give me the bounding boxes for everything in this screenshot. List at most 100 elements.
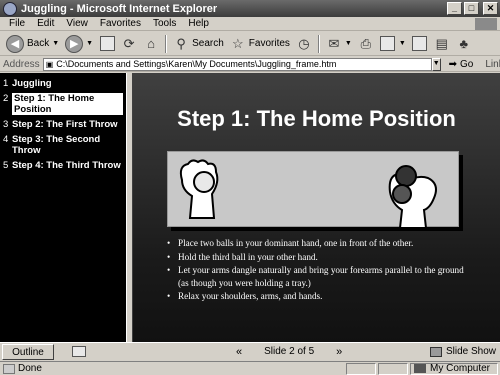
back-label: Back: [27, 38, 50, 49]
search-label: Search: [192, 38, 224, 49]
stop-button[interactable]: [96, 33, 118, 55]
slide-show-button[interactable]: Slide Show: [429, 346, 496, 357]
outline-number: 1: [3, 78, 9, 89]
computer-icon: [414, 364, 426, 373]
search-icon: ⚲: [176, 35, 186, 51]
window-title: Juggling - Microsoft Internet Explorer: [21, 2, 218, 15]
home-button[interactable]: ⌂: [140, 33, 162, 55]
outline-label: Step 2: The First Throw: [12, 119, 118, 130]
browser-window: Juggling - Microsoft Internet Explorer _…: [0, 0, 500, 375]
outline-label: Step 3: The Second Throw: [12, 134, 101, 156]
page-icon: ▣: [45, 59, 54, 69]
back-arrow-icon: ◀: [6, 34, 24, 53]
presentation-control-bar: Outline « Slide 2 of 5 » Slide Show: [0, 342, 500, 360]
maximize-button[interactable]: □: [464, 2, 479, 15]
chevron-down-icon: ▼: [86, 40, 94, 47]
status-cell: [346, 362, 376, 375]
right-hand-icon: [388, 165, 437, 228]
frame-splitter[interactable]: [126, 73, 133, 342]
menu-edit[interactable]: Edit: [31, 18, 60, 29]
chevron-down-icon: ▼: [52, 40, 60, 47]
print-button[interactable]: ⎙: [355, 33, 377, 55]
discuss-icon: [412, 36, 428, 52]
outline-item-3[interactable]: 3 Step 2: The First Throw: [0, 118, 126, 131]
minimize-button[interactable]: _: [447, 2, 462, 15]
forward-arrow-icon: ▶: [65, 34, 84, 53]
discuss-button[interactable]: [409, 33, 431, 55]
left-hand-icon: [179, 159, 219, 219]
refresh-button[interactable]: ⟳: [118, 33, 140, 55]
menu-help[interactable]: Help: [182, 18, 215, 29]
edit-page-icon: [380, 36, 396, 52]
favorites-button[interactable]: ☆ Favorites: [227, 33, 293, 55]
toolbar-separator: [317, 34, 320, 53]
forward-button[interactable]: ▶ ▼: [62, 33, 96, 55]
previous-slide-button[interactable]: «: [236, 346, 242, 358]
menu-tools[interactable]: Tools: [147, 18, 182, 29]
outline-number: 3: [3, 119, 9, 130]
bullet-item: Place two balls in your dominant hand, o…: [167, 237, 467, 250]
back-button[interactable]: ◀ Back ▼: [3, 33, 62, 55]
outline-item-5[interactable]: 5 Step 4: The Third Throw: [0, 159, 126, 172]
address-input[interactable]: ▣ C:\Documents and Settings\Karen\My Doc…: [42, 57, 432, 71]
menu-file[interactable]: File: [3, 18, 31, 29]
bullet-item: Let your arms dangle naturally and bring…: [167, 264, 467, 289]
slide-show-icon: [429, 346, 442, 357]
stop-icon: [99, 36, 115, 52]
outline-item-1[interactable]: 1 Juggling: [0, 77, 126, 90]
zone-label: My Computer: [430, 363, 491, 374]
menu-favorites[interactable]: Favorites: [94, 18, 147, 29]
title-bar: Juggling - Microsoft Internet Explorer _…: [0, 0, 500, 17]
outline-number: 5: [3, 160, 9, 171]
next-slide-button[interactable]: »: [336, 346, 342, 358]
slide-counter: Slide 2 of 5: [264, 346, 315, 357]
outline-label: Juggling: [12, 78, 52, 89]
research-icon: ▤: [435, 35, 448, 51]
research-button[interactable]: ▤: [431, 33, 453, 55]
page-done-icon: [3, 363, 15, 374]
toolbar: ◀ Back ▼ ▶ ▼ ⟳ ⌂ ⚲ Search ☆ Favorites ◷: [0, 32, 500, 56]
status-text: Done: [18, 363, 42, 374]
go-button[interactable]: ➡ Go: [449, 59, 474, 70]
menu-view[interactable]: View: [60, 18, 94, 29]
slide-bullets: Place two balls in your dominant hand, o…: [167, 237, 467, 304]
messenger-button[interactable]: ♣: [453, 33, 475, 55]
search-button[interactable]: ⚲ Search: [170, 33, 227, 55]
outline-pane: 1 Juggling 2 Step 1: The Home Position 3…: [0, 73, 126, 342]
outline-number: 4: [3, 134, 9, 145]
juggling-hands-image: [167, 151, 459, 228]
history-icon: ◷: [298, 35, 310, 51]
outline-toggle-button[interactable]: Outline: [2, 343, 54, 360]
refresh-icon: ⟳: [123, 35, 135, 51]
bullet-item: Hold the third ball in your other hand.: [167, 251, 467, 264]
slide-pane: Step 1: The Home Position Place two ball…: [133, 73, 500, 342]
address-label: Address: [3, 58, 40, 70]
edit-button[interactable]: ▼: [377, 33, 409, 55]
outline-item-4[interactable]: 4 Step 3: The Second Throw: [0, 133, 126, 157]
links-button[interactable]: Links: [485, 59, 500, 70]
toolbar-separator: [165, 34, 168, 53]
outline-label: Step 1: The Home Position: [12, 93, 123, 115]
address-dropdown-button[interactable]: ▼: [431, 57, 441, 71]
menu-bar: File Edit View Favorites Tools Help: [0, 17, 500, 31]
go-arrow-icon: ➡: [448, 58, 458, 70]
outline-label: Step 4: The Third Throw: [12, 160, 121, 171]
outline-number: 2: [3, 93, 9, 104]
mail-icon: ✉: [328, 35, 340, 51]
notes-toggle-icon[interactable]: [72, 346, 86, 357]
status-cell: [378, 362, 408, 375]
ie-icon: [3, 1, 17, 16]
go-label: Go: [460, 58, 474, 70]
star-icon: ☆: [231, 35, 244, 51]
chevron-down-icon: ▼: [398, 40, 406, 47]
slide-show-label: Slide Show: [445, 346, 496, 357]
outline-item-2[interactable]: 2 Step 1: The Home Position: [0, 92, 126, 116]
security-zone: My Computer: [410, 362, 498, 375]
history-button[interactable]: ◷: [293, 33, 315, 55]
chevron-down-icon: ▼: [344, 40, 352, 47]
windows-logo-icon: [475, 17, 497, 30]
messenger-icon: ♣: [459, 36, 469, 51]
address-value: C:\Documents and Settings\Karen\My Docum…: [56, 59, 337, 69]
close-button[interactable]: ✕: [483, 2, 498, 15]
mail-button[interactable]: ✉ ▼: [323, 33, 355, 55]
